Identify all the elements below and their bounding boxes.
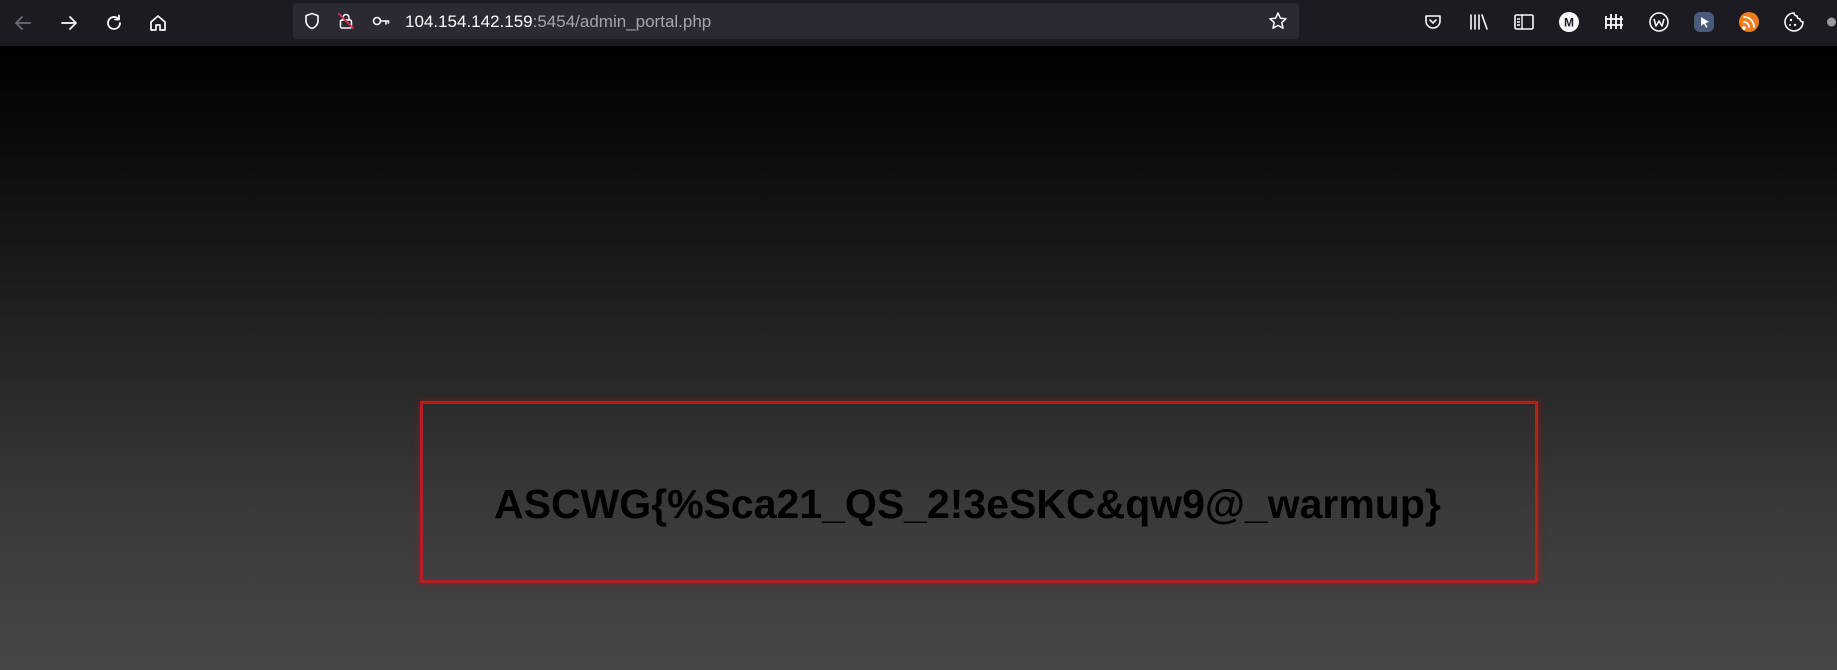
globe-extension-icon[interactable]: [1826, 10, 1837, 34]
insecure-lock-icon[interactable]: [336, 11, 356, 31]
key-icon[interactable]: [371, 11, 391, 31]
page-content: ASCWG{%Sca21_QS_2!3eSKC&qw9@_warmup}: [0, 46, 1837, 670]
pocket-icon[interactable]: [1421, 10, 1445, 34]
flag-box: ASCWG{%Sca21_QS_2!3eSKC&qw9@_warmup}: [420, 401, 1538, 583]
url-host: 104.154.142.159: [405, 12, 533, 31]
fence-extension-icon[interactable]: [1602, 10, 1626, 34]
shield-icon[interactable]: [302, 11, 322, 31]
forward-button[interactable]: [53, 7, 85, 39]
url-text[interactable]: 104.154.142.159:5454/admin_portal.php: [405, 12, 711, 32]
cursor-extension-icon[interactable]: [1692, 10, 1716, 34]
address-bar[interactable]: 104.154.142.159:5454/admin_portal.php: [293, 3, 1299, 39]
home-button[interactable]: [142, 7, 174, 39]
url-path: :5454/admin_portal.php: [532, 12, 712, 31]
star-icon[interactable]: [1268, 11, 1288, 31]
w-extension-icon[interactable]: [1647, 10, 1671, 34]
flag-text: ASCWG{%Sca21_QS_2!3eSKC&qw9@_warmup}: [494, 481, 1441, 527]
svg-text:M: M: [1564, 16, 1574, 30]
browser-toolbar: 104.154.142.159:5454/admin_portal.php M: [0, 0, 1837, 46]
arrow-right-icon: [59, 13, 79, 33]
reload-button[interactable]: [98, 7, 130, 39]
m-extension-icon[interactable]: M: [1557, 10, 1581, 34]
back-button[interactable]: [7, 7, 39, 39]
arrow-left-icon: [13, 13, 33, 33]
sidebar-icon[interactable]: [1512, 10, 1536, 34]
home-icon: [148, 13, 168, 33]
cookie-extension-icon[interactable]: [1782, 10, 1806, 34]
reload-icon: [104, 13, 124, 33]
rss-extension-icon[interactable]: [1737, 10, 1761, 34]
library-icon[interactable]: [1467, 10, 1491, 34]
